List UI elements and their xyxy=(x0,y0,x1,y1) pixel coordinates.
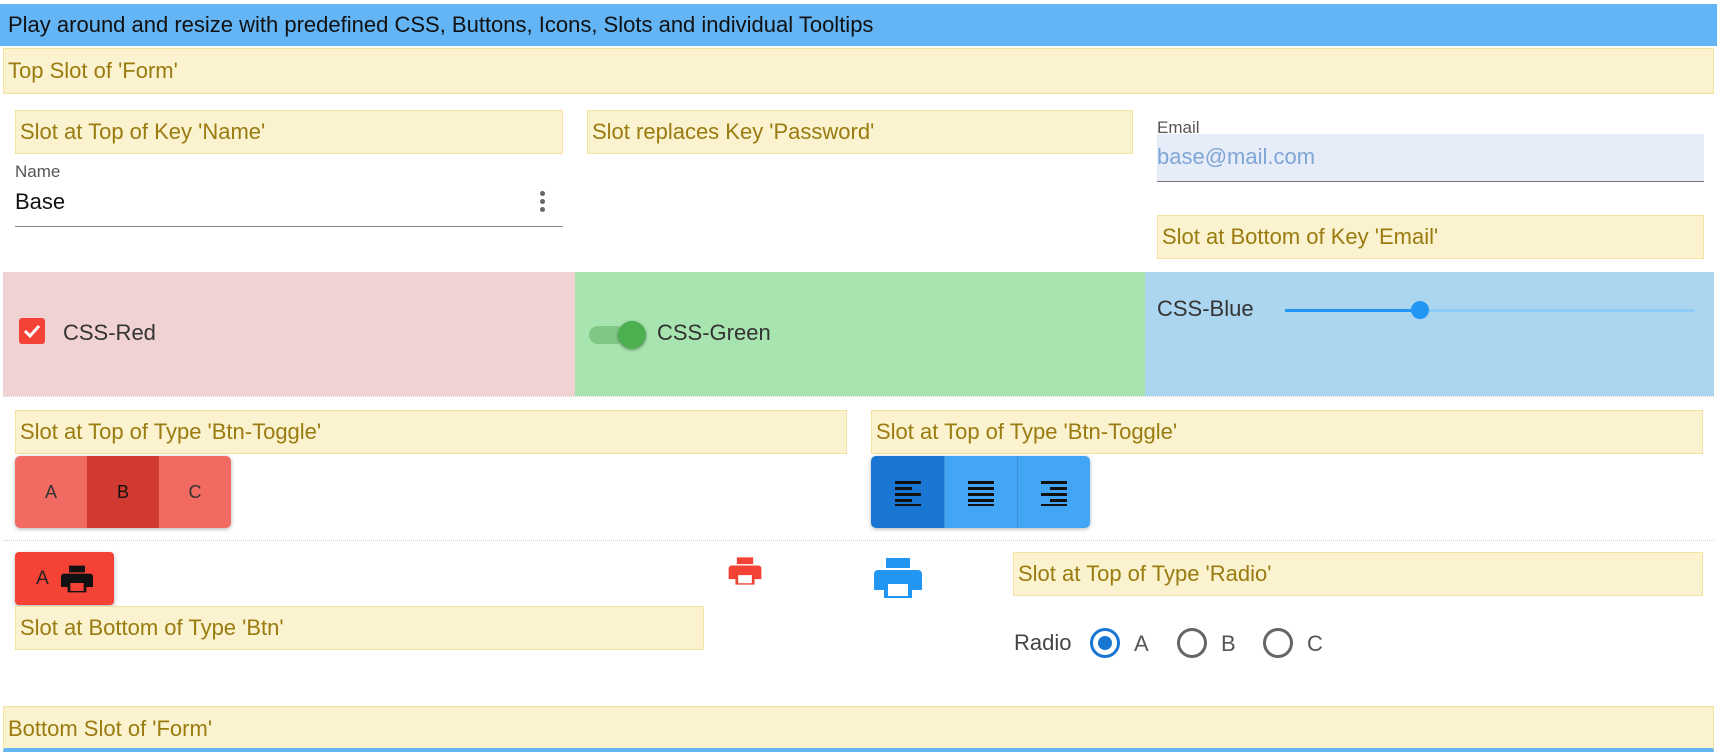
radio-option-c-button[interactable] xyxy=(1263,628,1293,658)
radio-top-slot: Slot at Top of Type 'Radio' xyxy=(1013,552,1703,596)
radio-option-b-button[interactable] xyxy=(1177,628,1207,658)
a-print-button-label: A xyxy=(36,567,49,589)
align-right-button[interactable] xyxy=(1017,456,1090,528)
slider-thumb[interactable] xyxy=(1411,301,1430,319)
align-toggle-group xyxy=(871,456,1090,528)
name-field-value[interactable]: Base xyxy=(15,189,65,215)
css-green-cell: CSS-Green xyxy=(575,272,1145,396)
a-print-button[interactable]: A xyxy=(15,552,114,605)
print-red-button[interactable] xyxy=(728,556,762,591)
print-blue-button[interactable] xyxy=(874,556,922,605)
name-top-slot: Slot at Top of Key 'Name' xyxy=(15,110,563,154)
btn-toggle-top-slot-right: Slot at Top of Type 'Btn-Toggle' xyxy=(871,410,1703,454)
slider-fill xyxy=(1285,309,1421,312)
printer-icon xyxy=(60,565,93,592)
toggle-option-a[interactable]: A xyxy=(15,456,87,528)
format-align-right-icon xyxy=(1041,481,1067,506)
divider xyxy=(3,540,1714,541)
css-red-label: CSS-Red xyxy=(63,320,156,345)
name-field-label: Name xyxy=(15,162,61,181)
name-field[interactable]: Base xyxy=(15,185,563,227)
password-replace-slot: Slot replaces Key 'Password' xyxy=(587,110,1133,154)
toggle-knob[interactable] xyxy=(618,321,646,349)
radio-option-a-button[interactable] xyxy=(1090,628,1120,658)
dots-vertical-icon[interactable] xyxy=(540,191,546,215)
radio-label: Radio xyxy=(1014,630,1072,655)
abc-toggle-group: A B C xyxy=(15,456,231,528)
divider xyxy=(3,396,1714,397)
css-red-cell: CSS-Red xyxy=(3,272,575,396)
email-bottom-slot: Slot at Bottom of Key 'Email' xyxy=(1157,215,1704,259)
checkbox-checked-icon[interactable] xyxy=(19,318,45,344)
top-form-slot: Top Slot of 'Form' xyxy=(3,48,1714,94)
bottom-form-slot: Bottom Slot of 'Form' xyxy=(3,706,1714,752)
printer-icon xyxy=(874,558,922,598)
page-header: Play around and resize with predefined C… xyxy=(0,4,1717,46)
align-justify-button[interactable] xyxy=(944,456,1017,528)
align-left-button[interactable] xyxy=(871,456,944,528)
format-align-justify-icon xyxy=(968,481,994,506)
btn-bottom-slot: Slot at Bottom of Type 'Btn' xyxy=(15,606,704,650)
radio-option-a-label: A xyxy=(1134,631,1149,656)
printer-icon xyxy=(728,557,762,585)
radio-option-b-label: B xyxy=(1221,631,1236,656)
radio-option-c-label: C xyxy=(1307,631,1323,656)
email-field[interactable]: base@mail.com xyxy=(1157,134,1704,182)
format-align-left-icon xyxy=(894,481,921,506)
css-green-label: CSS-Green xyxy=(657,320,771,345)
toggle-option-b[interactable]: B xyxy=(87,456,159,528)
css-blue-label: CSS-Blue xyxy=(1157,296,1254,321)
btn-toggle-top-slot-left: Slot at Top of Type 'Btn-Toggle' xyxy=(15,410,847,454)
css-blue-cell: CSS-Blue xyxy=(1145,272,1714,396)
toggle-option-c[interactable]: C xyxy=(159,456,231,528)
email-field-value[interactable]: base@mail.com xyxy=(1157,144,1315,170)
